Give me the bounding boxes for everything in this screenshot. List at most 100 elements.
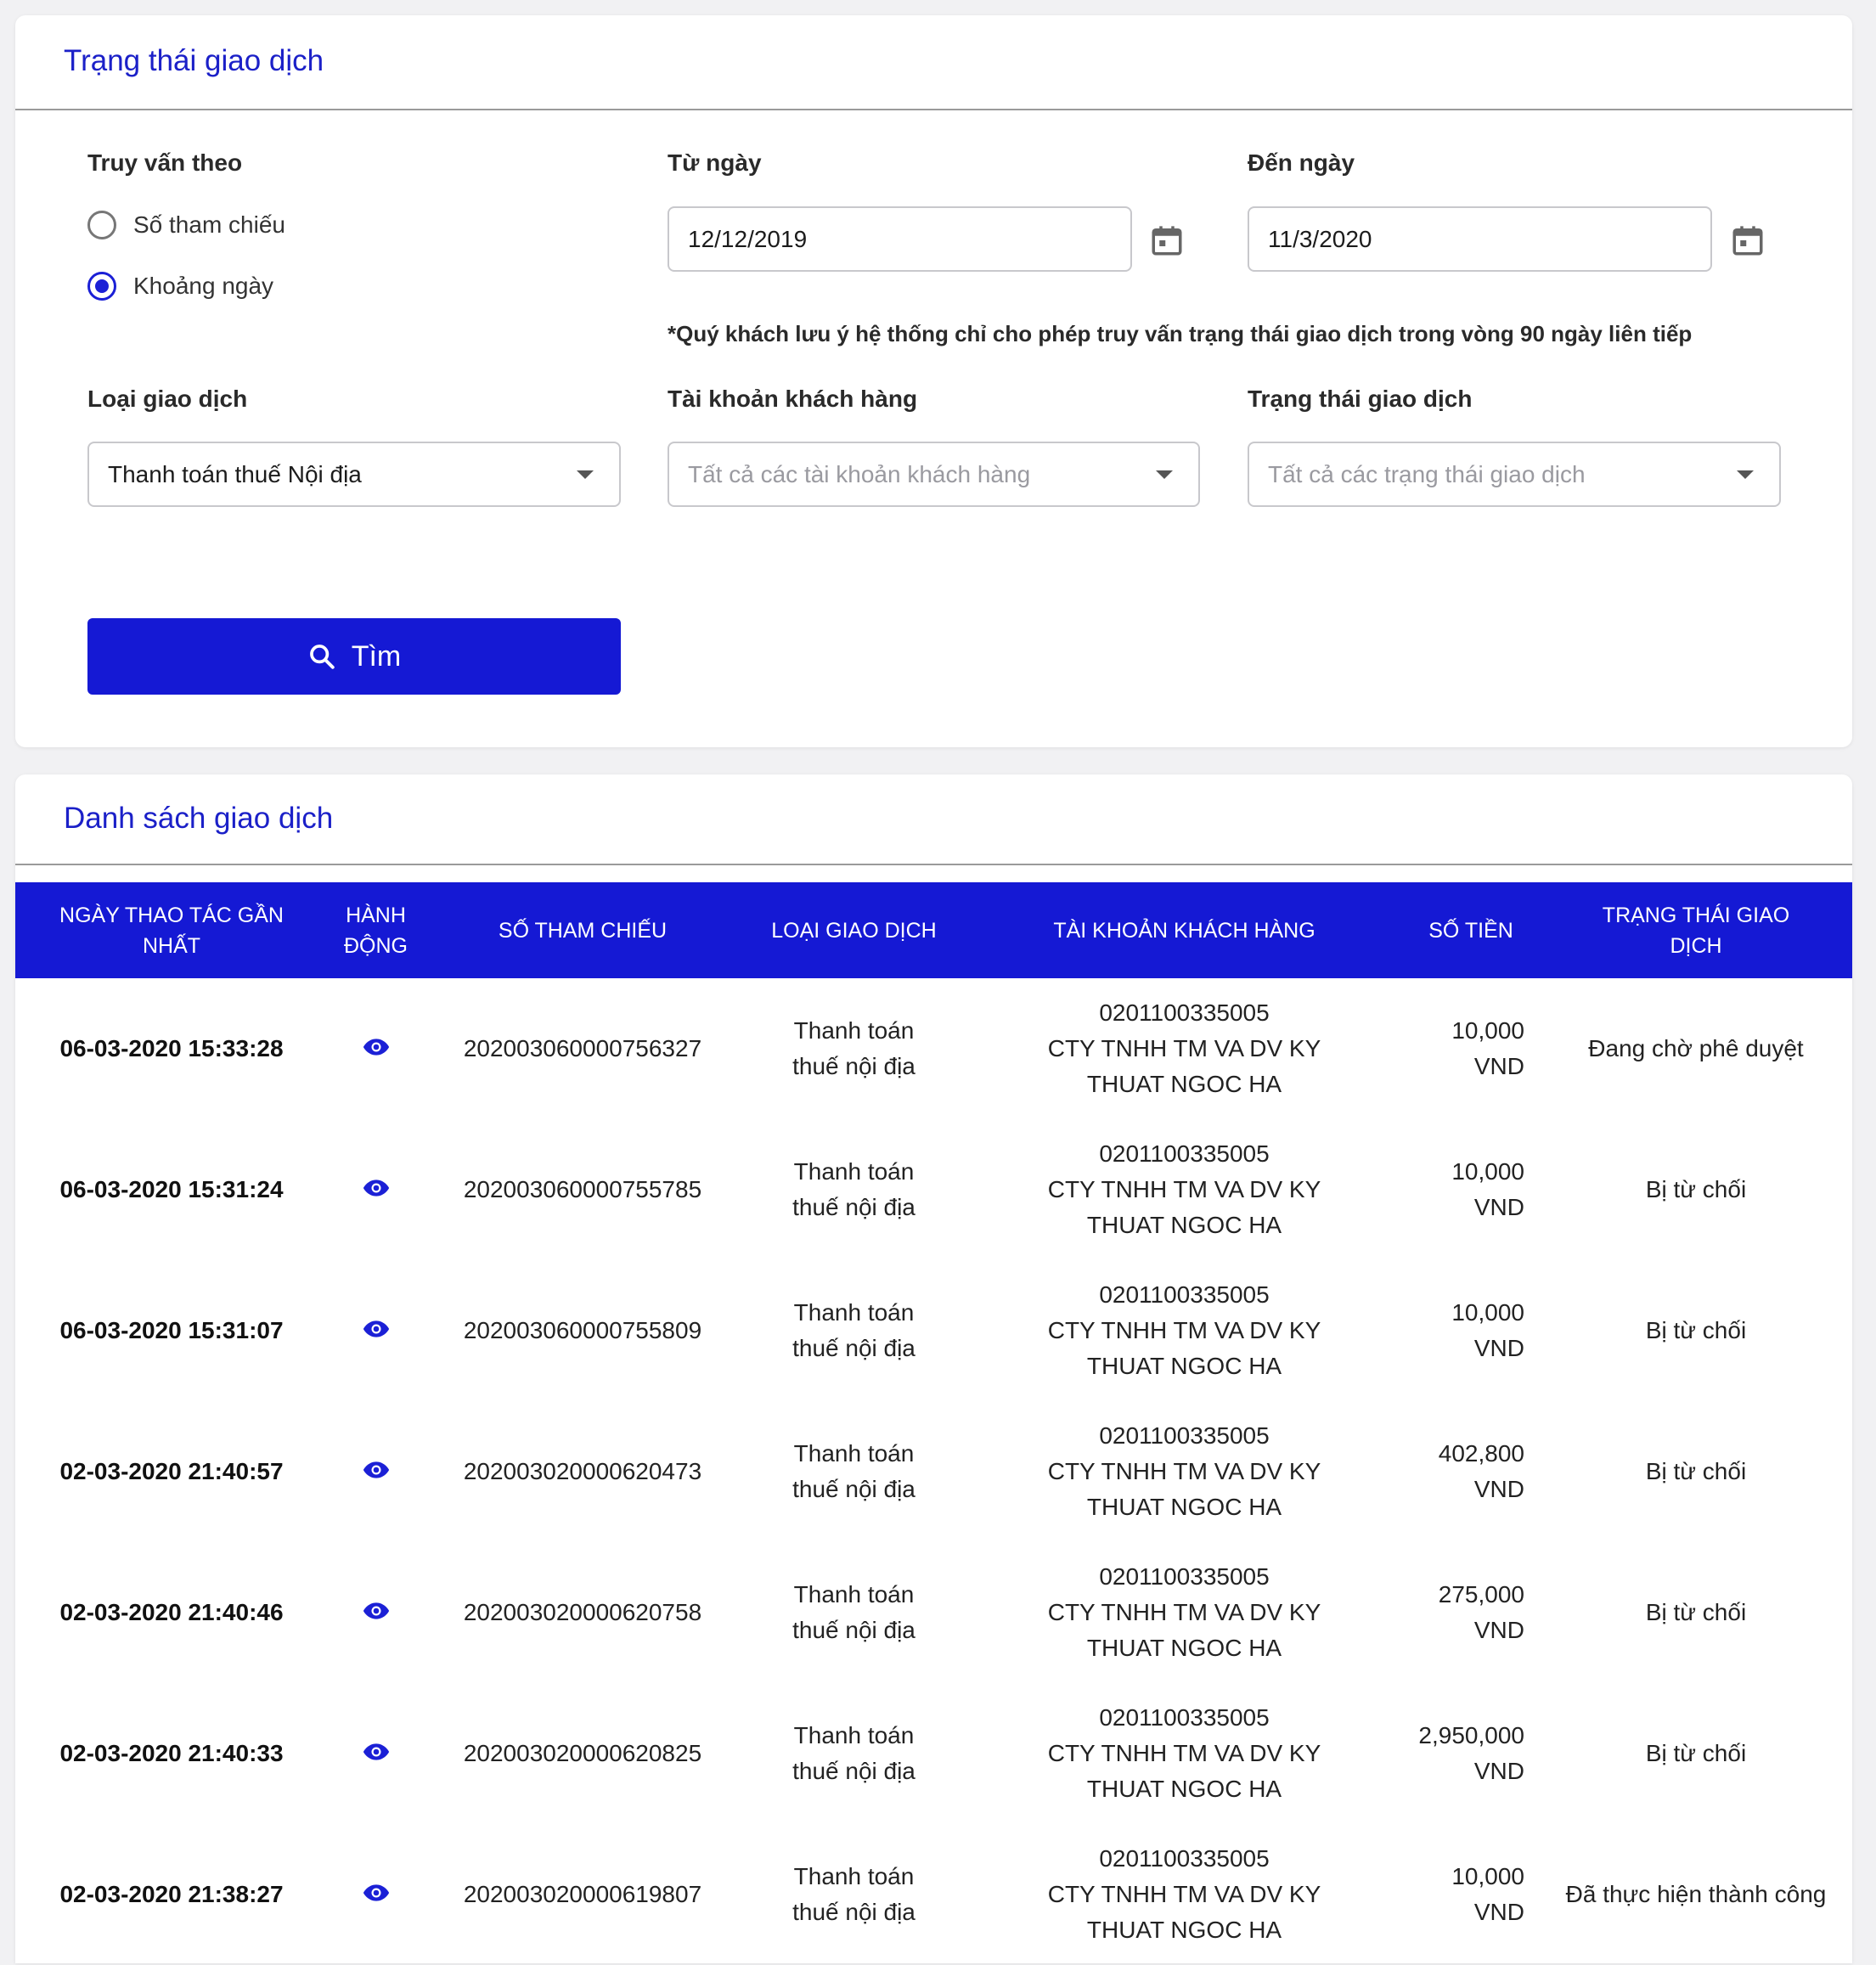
cell-date: 06-03-2020 15:31:24 <box>59 1176 284 1202</box>
radio-circle-selected[interactable] <box>87 272 116 301</box>
col-header-status[interactable]: TRẠNG THÁI GIAO DỊCH <box>1540 882 1852 978</box>
account-number: 0201100335005 <box>1099 1563 1270 1590</box>
to-date-input[interactable]: 11/3/2020 <box>1248 206 1712 272</box>
eye-icon[interactable] <box>362 1736 391 1771</box>
divider <box>15 109 1852 110</box>
cell-amount: 10,000 VND <box>1451 1158 1524 1220</box>
cell-action <box>328 1401 424 1542</box>
tx-type-value: Thanh toán thuế Nội địa <box>108 460 362 487</box>
to-date-label: Đến ngày <box>1248 149 1355 176</box>
radio-label: Số tham chiếu <box>133 211 285 238</box>
cell-reference: 202003060000755809 <box>463 1317 702 1343</box>
eye-icon[interactable] <box>362 1877 391 1912</box>
cell-action <box>328 1824 424 1965</box>
account-select[interactable]: Tất cả các tài khoản khách hàng <box>668 442 1200 507</box>
col-header-tx-type[interactable]: LOẠI GIAO DỊCH <box>741 882 966 978</box>
account-name: CTY TNHH TM VA DV KY THUAT NGOC HA <box>1047 1458 1321 1520</box>
account-number: 0201100335005 <box>1099 1281 1270 1308</box>
account-name: CTY TNHH TM VA DV KY THUAT NGOC HA <box>1047 1599 1321 1661</box>
cell-amount: 2,950,000 VND <box>1418 1722 1524 1784</box>
col-header-account[interactable]: TÀI KHOẢN KHÁCH HÀNG <box>966 882 1402 978</box>
cell-tx-type: Thanh toán thuế nội địa <box>792 1158 915 1220</box>
cell-account: 0201100335005 CTY TNHH TM VA DV KY THUAT … <box>966 1401 1402 1542</box>
cell-action <box>328 978 424 1119</box>
cell-account: 0201100335005 CTY TNHH TM VA DV KY THUAT … <box>966 978 1402 1119</box>
radio-reference-number[interactable]: Số tham chiếu <box>87 208 285 242</box>
radio-label: Khoảng ngày <box>133 273 274 299</box>
eye-icon[interactable] <box>362 1313 391 1348</box>
table-row: 06-03-2020 15:31:07 202003060000755809 Tha… <box>15 1260 1852 1401</box>
cell-status: Bị từ chối <box>1645 1317 1747 1343</box>
cell-action <box>328 1119 424 1260</box>
calendar-icon[interactable] <box>1730 222 1766 258</box>
cell-action <box>328 1542 424 1683</box>
account-name: CTY TNHH TM VA DV KY THUAT NGOC HA <box>1047 1317 1321 1379</box>
search-button-label: Tìm <box>351 639 402 673</box>
account-number: 0201100335005 <box>1099 1845 1270 1872</box>
status-select[interactable]: Tất cả các trạng thái giao dịch <box>1248 442 1781 507</box>
from-date-value: 12/12/2019 <box>688 225 808 252</box>
cell-tx-type: Thanh toán thuế nội địa <box>792 1722 915 1784</box>
chevron-down-icon <box>1737 470 1754 479</box>
account-number: 0201100335005 <box>1099 1704 1270 1731</box>
tx-type-select[interactable]: Thanh toán thuế Nội địa <box>87 442 621 507</box>
table-row: 02-03-2020 21:38:27 202003020000619807 Tha… <box>15 1824 1852 1965</box>
account-number: 0201100335005 <box>1099 1422 1270 1449</box>
status-placeholder: Tất cả các trạng thái giao dịch <box>1268 460 1586 487</box>
cell-date: 06-03-2020 15:33:28 <box>59 1035 284 1061</box>
chevron-down-icon <box>577 470 594 479</box>
query-by-label: Truy vấn theo <box>87 149 243 176</box>
cell-amount: 402,800 VND <box>1438 1440 1524 1502</box>
table-row: 06-03-2020 15:31:24 202003060000755785 Tha… <box>15 1119 1852 1260</box>
cell-status: Đang chờ phê duyệt <box>1588 1035 1804 1061</box>
transaction-list-card: Danh sách giao dịch NGÀY THAO TÁC GẦN NH… <box>15 774 1852 1963</box>
cell-account: 0201100335005 CTY TNHH TM VA DV KY THUAT … <box>966 1260 1402 1401</box>
to-date-value: 11/3/2020 <box>1268 225 1372 252</box>
cell-date: 06-03-2020 15:31:07 <box>59 1317 284 1343</box>
cell-status: Bị từ chối <box>1645 1458 1747 1484</box>
account-name: CTY TNHH TM VA DV KY THUAT NGOC HA <box>1047 1035 1321 1097</box>
cell-account: 0201100335005 CTY TNHH TM VA DV KY THUAT … <box>966 1542 1402 1683</box>
cell-date: 02-03-2020 21:40:33 <box>59 1740 284 1766</box>
col-header-amount[interactable]: SỐ TIỀN <box>1402 882 1540 978</box>
filter-card-title: Trạng thái giao dịch <box>64 44 324 77</box>
radio-date-range[interactable]: Khoảng ngày <box>87 269 273 303</box>
list-card-title: Danh sách giao dịch <box>64 802 334 835</box>
eye-icon[interactable] <box>362 1595 391 1630</box>
table-row: 02-03-2020 21:40:57 202003020000620473 Tha… <box>15 1401 1852 1542</box>
cell-reference: 202003020000620825 <box>463 1740 702 1766</box>
eye-icon[interactable] <box>362 1172 391 1208</box>
cell-tx-type: Thanh toán thuế nội địa <box>792 1581 915 1643</box>
cell-action <box>328 1260 424 1401</box>
cell-tx-type: Thanh toán thuế nội địa <box>792 1299 915 1361</box>
account-name: CTY TNHH TM VA DV KY THUAT NGOC HA <box>1047 1881 1321 1943</box>
account-number: 0201100335005 <box>1099 999 1270 1026</box>
cell-reference: 202003020000620758 <box>463 1599 702 1625</box>
col-header-reference[interactable]: SỐ THAM CHIẾU <box>424 882 741 978</box>
cell-reference: 202003060000756327 <box>463 1035 702 1061</box>
transactions-table: NGÀY THAO TÁC GẦN NHẤT HÀNH ĐỘNG SỐ THAM… <box>15 882 1852 1965</box>
chevron-down-icon <box>1156 470 1173 479</box>
cell-amount: 10,000 VND <box>1451 1299 1524 1361</box>
table-row: 02-03-2020 21:40:33 202003020000620825 Tha… <box>15 1683 1852 1824</box>
cell-account: 0201100335005 CTY TNHH TM VA DV KY THUAT … <box>966 1824 1402 1965</box>
cell-reference: 202003060000755785 <box>463 1176 702 1202</box>
account-label: Tài khoản khách hàng <box>668 386 918 412</box>
table-header-row: NGÀY THAO TÁC GẦN NHẤT HÀNH ĐỘNG SỐ THAM… <box>15 882 1852 978</box>
from-date-input[interactable]: 12/12/2019 <box>668 206 1132 272</box>
filter-card: Trạng thái giao dịch Truy vấn theo Số th… <box>15 15 1852 747</box>
search-button[interactable]: Tìm <box>87 618 621 695</box>
date-range-note: *Quý khách lưu ý hệ thống chỉ cho phép t… <box>668 321 1693 346</box>
cell-account: 0201100335005 CTY TNHH TM VA DV KY THUAT … <box>966 1119 1402 1260</box>
account-number: 0201100335005 <box>1099 1140 1270 1167</box>
calendar-icon[interactable] <box>1149 222 1185 258</box>
cell-amount: 10,000 VND <box>1451 1017 1524 1079</box>
col-header-last-action-date[interactable]: NGÀY THAO TÁC GẦN NHẤT <box>15 882 328 978</box>
radio-circle[interactable] <box>87 211 116 239</box>
cell-account: 0201100335005 CTY TNHH TM VA DV KY THUAT … <box>966 1683 1402 1824</box>
account-placeholder: Tất cả các tài khoản khách hàng <box>688 460 1031 487</box>
eye-icon[interactable] <box>362 1031 391 1067</box>
divider <box>15 864 1852 865</box>
eye-icon[interactable] <box>362 1454 391 1489</box>
cell-status: Đã thực hiện thành công <box>1565 1881 1827 1907</box>
